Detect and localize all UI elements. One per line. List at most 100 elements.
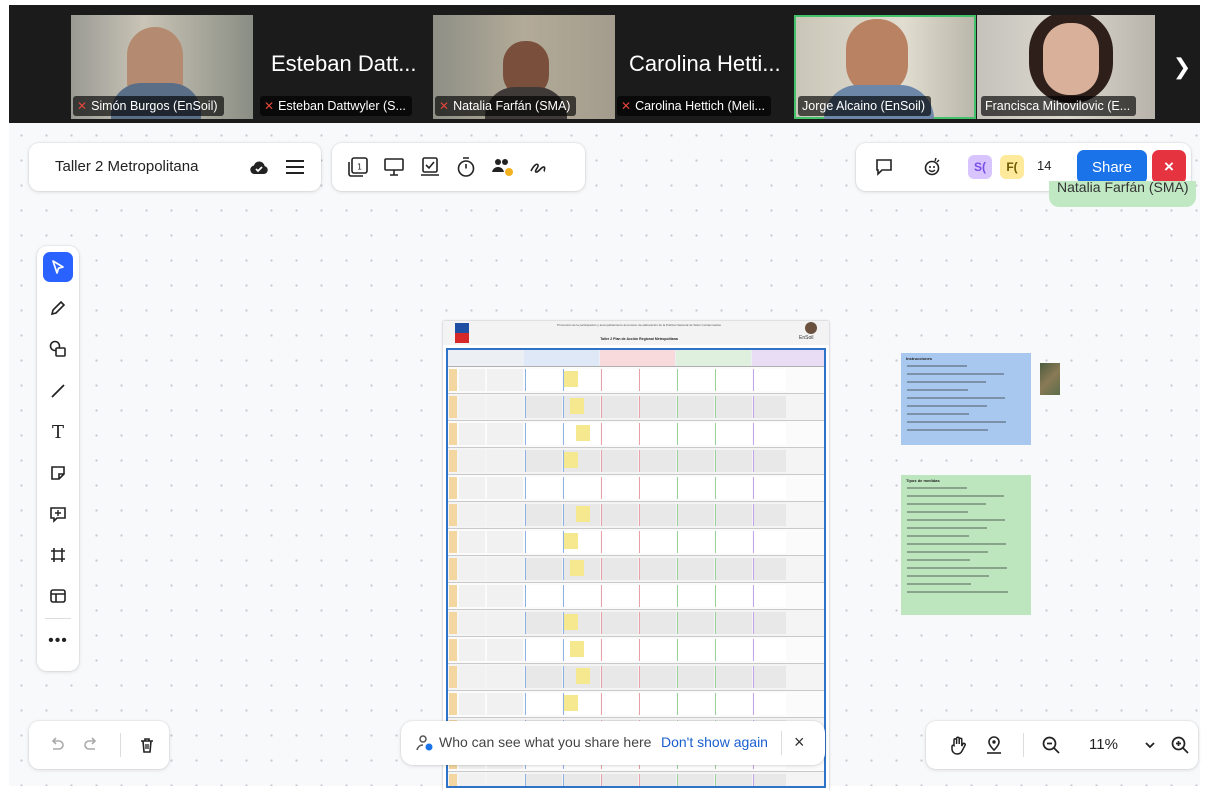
map-pin-icon[interactable]: [982, 733, 1006, 757]
voting-icon[interactable]: [416, 153, 444, 181]
hand-icon[interactable]: [946, 733, 970, 757]
table-cell: [525, 693, 562, 715]
shapes-icon[interactable]: [43, 334, 73, 364]
table-cell: [487, 423, 523, 445]
note-text-line: [907, 429, 988, 431]
sticky-note-mini: [576, 506, 590, 522]
table-cell: [639, 612, 676, 634]
text-icon[interactable]: T: [43, 417, 73, 447]
presentation-icon[interactable]: [380, 153, 408, 181]
table-row: [448, 529, 824, 556]
table-cell: [677, 477, 714, 499]
participant-tile-francisca[interactable]: Francisca Mihovilovic (E...: [977, 15, 1155, 119]
table-cell: [525, 423, 562, 445]
map-image[interactable]: [1040, 363, 1060, 395]
participant-tile-carolina[interactable]: Carolina Hetti... ✕ Carolina Hettich (Mel…: [615, 15, 795, 119]
note-text-line: [907, 567, 1007, 569]
collaboration-icon[interactable]: [488, 153, 516, 181]
comment-icon[interactable]: [872, 155, 896, 179]
select-icon[interactable]: [43, 252, 73, 282]
table-cell: [525, 585, 562, 607]
table-row: [448, 367, 824, 394]
participant-tile-natalia[interactable]: ✕ Natalia Farfán (SMA): [433, 15, 615, 119]
participant-count[interactable]: 14: [1037, 158, 1051, 173]
table-cell: [459, 423, 485, 445]
timer-icon[interactable]: [452, 153, 480, 181]
undo-icon[interactable]: [45, 733, 69, 757]
frames-icon[interactable]: 1: [344, 153, 372, 181]
participant-tile-jorge[interactable]: Jorge Alcaino (EnSoil): [794, 15, 976, 119]
table-cell: [459, 450, 485, 472]
table-row: [448, 610, 824, 637]
celebrate-icon[interactable]: [920, 155, 944, 179]
note-text-line: [907, 397, 1005, 399]
toolbar-divider: [1023, 733, 1024, 757]
trash-icon[interactable]: [135, 733, 159, 757]
table-row: [448, 421, 824, 448]
zoom-out-icon[interactable]: [1039, 733, 1063, 757]
table-cell: [677, 531, 714, 553]
comment-add-icon[interactable]: [43, 499, 73, 529]
dont-show-again-link[interactable]: Don't show again: [661, 734, 768, 750]
board-title[interactable]: Taller 2 Metropolitana: [55, 158, 198, 175]
table-cell: [601, 396, 638, 418]
line-icon[interactable]: [43, 376, 73, 406]
measure-types-note[interactable]: Tipos de medidas: [901, 475, 1031, 615]
table-cell: [525, 477, 562, 499]
table-cell: [525, 369, 562, 391]
table-cell: [487, 450, 523, 472]
close-button[interactable]: ×: [1152, 150, 1186, 184]
table-cell: [753, 477, 786, 499]
note-text-line: [907, 381, 986, 383]
redo-icon[interactable]: [79, 733, 103, 757]
table-column-group: [524, 350, 599, 366]
table-cell: [459, 531, 485, 553]
table-row: [448, 583, 824, 610]
share-button[interactable]: Share: [1077, 150, 1147, 184]
note-text-line: [907, 535, 969, 537]
table-cell: [601, 585, 638, 607]
table-cell: [677, 612, 714, 634]
zoom-level[interactable]: 11%: [1089, 736, 1118, 753]
note-text-line: [907, 527, 987, 529]
participant-tile-simon[interactable]: ✕ Simón Burgos (EnSoil): [71, 15, 253, 119]
table-cell: [753, 396, 786, 418]
table-cell: [715, 396, 752, 418]
document-logo-text: EnSoil: [799, 335, 814, 341]
whiteboard-canvas[interactable]: Taller 2 Metropolitana 1 S( F( 14 Share …: [9, 123, 1200, 791]
note-text-line: [907, 405, 987, 407]
participant-tile-esteban[interactable]: Esteban Datt... ✕ Esteban Dattwyler (S...: [258, 15, 434, 119]
table-cell: [525, 396, 562, 418]
chevron-right-icon[interactable]: ❯: [1164, 15, 1200, 119]
avatar[interactable]: S(: [968, 155, 992, 179]
table-row: [448, 394, 824, 421]
table-cell: [677, 693, 714, 715]
pen-icon[interactable]: [43, 293, 73, 323]
cloud-saved-icon[interactable]: [247, 155, 271, 179]
table-row: [448, 502, 824, 529]
zoom-in-icon[interactable]: [1168, 733, 1192, 757]
chevron-down-icon[interactable]: [1138, 733, 1162, 757]
document-logo: [805, 322, 817, 334]
instructions-note[interactable]: Instrucciones: [901, 353, 1031, 445]
table-cell: [525, 450, 562, 472]
table-cell: [715, 585, 752, 607]
hamburger-menu-icon[interactable]: [283, 155, 307, 179]
sticky-note-icon[interactable]: [43, 458, 73, 488]
table-cell: [601, 504, 638, 526]
table-cell: [487, 585, 523, 607]
note-text-line: [907, 365, 967, 367]
close-toast-button[interactable]: ×: [794, 732, 805, 753]
toolbar-divider: [781, 731, 782, 755]
avatar[interactable]: F(: [1000, 155, 1024, 179]
board-title-panel: Taller 2 Metropolitana: [29, 143, 321, 191]
template-icon[interactable]: [43, 581, 73, 611]
more-icon[interactable]: •••: [43, 626, 73, 656]
sticky-note-mini: [576, 425, 590, 441]
frame-icon[interactable]: [43, 540, 73, 570]
sticky-note-mini: [570, 560, 584, 576]
table-cell: [449, 450, 457, 472]
table-cell: [459, 369, 485, 391]
pen-tool-icon[interactable]: [524, 153, 552, 181]
table-cell: [487, 477, 523, 499]
